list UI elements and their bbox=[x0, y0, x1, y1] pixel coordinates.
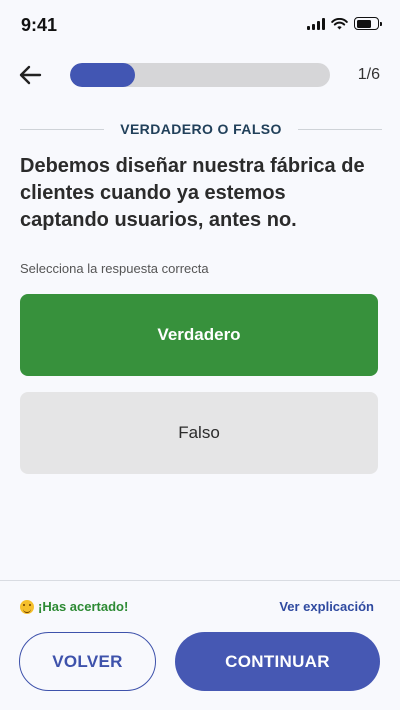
progress-bar-fill bbox=[70, 63, 135, 87]
cellular-signal-icon bbox=[307, 17, 325, 30]
instruction-text: Selecciona la respuesta correcta bbox=[20, 261, 209, 276]
back-button[interactable]: VOLVER bbox=[19, 632, 156, 691]
continue-button[interactable]: CONTINUAR bbox=[175, 632, 380, 691]
progress-count: 1/6 bbox=[357, 66, 380, 83]
progress-bar bbox=[70, 63, 330, 87]
feedback-text: ¡Has acertado! bbox=[38, 599, 129, 614]
party-face-icon bbox=[20, 599, 34, 614]
view-explanation-link[interactable]: Ver explicación bbox=[279, 599, 374, 614]
feedback-message: ¡Has acertado! bbox=[20, 599, 128, 614]
quiz-screen: 9:41 1/6 VERDADERO O FALSO Debemos diseñ… bbox=[0, 0, 400, 710]
section-title: VERDADERO O FALSO bbox=[120, 121, 282, 137]
status-bar: 9:41 bbox=[0, 0, 400, 50]
question-text: Debemos diseñar nuestra fábrica de clien… bbox=[20, 155, 365, 231]
status-time: 9:41 bbox=[21, 15, 58, 35]
status-icons bbox=[307, 17, 382, 30]
feedback-panel: ¡Has acertado! Ver explicación VOLVER CO… bbox=[0, 580, 400, 710]
option-falso[interactable]: Falso bbox=[20, 392, 378, 474]
arrow-left-icon bbox=[19, 65, 42, 85]
wifi-icon bbox=[331, 17, 348, 29]
divider-left bbox=[20, 128, 105, 130]
section-header: VERDADERO O FALSO bbox=[20, 119, 382, 139]
battery-icon bbox=[354, 17, 382, 30]
option-verdadero[interactable]: Verdadero bbox=[20, 294, 378, 376]
divider-right bbox=[297, 128, 382, 130]
back-arrow-button[interactable] bbox=[16, 61, 44, 89]
